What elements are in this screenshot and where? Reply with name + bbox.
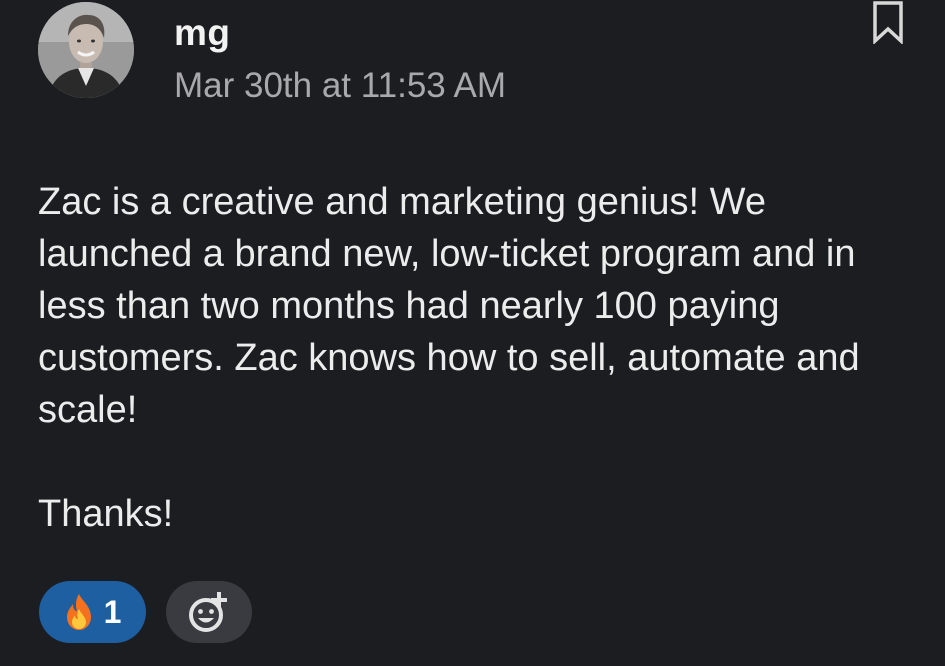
bookmark-icon[interactable] [868, 0, 908, 44]
message-body: Zac is a creative and marketing genius! … [38, 176, 918, 540]
message-closing: Thanks! [38, 493, 174, 535]
add-reaction-icon [189, 592, 227, 632]
reaction-count: 1 [103, 593, 122, 630]
avatar-image [38, 2, 134, 98]
avatar[interactable] [38, 2, 134, 98]
timestamp[interactable]: Mar 30th at 11:53 AM [174, 66, 506, 106]
add-reaction-button[interactable] [166, 581, 252, 643]
reaction-fire-button[interactable]: 1 [39, 581, 146, 643]
message: mg Mar 30th at 11:53 AM Zac is a creativ… [0, 0, 945, 666]
fire-emoji-icon [66, 594, 91, 630]
message-paragraph: Zac is a creative and marketing genius! … [38, 181, 860, 431]
username[interactable]: mg [174, 12, 231, 54]
